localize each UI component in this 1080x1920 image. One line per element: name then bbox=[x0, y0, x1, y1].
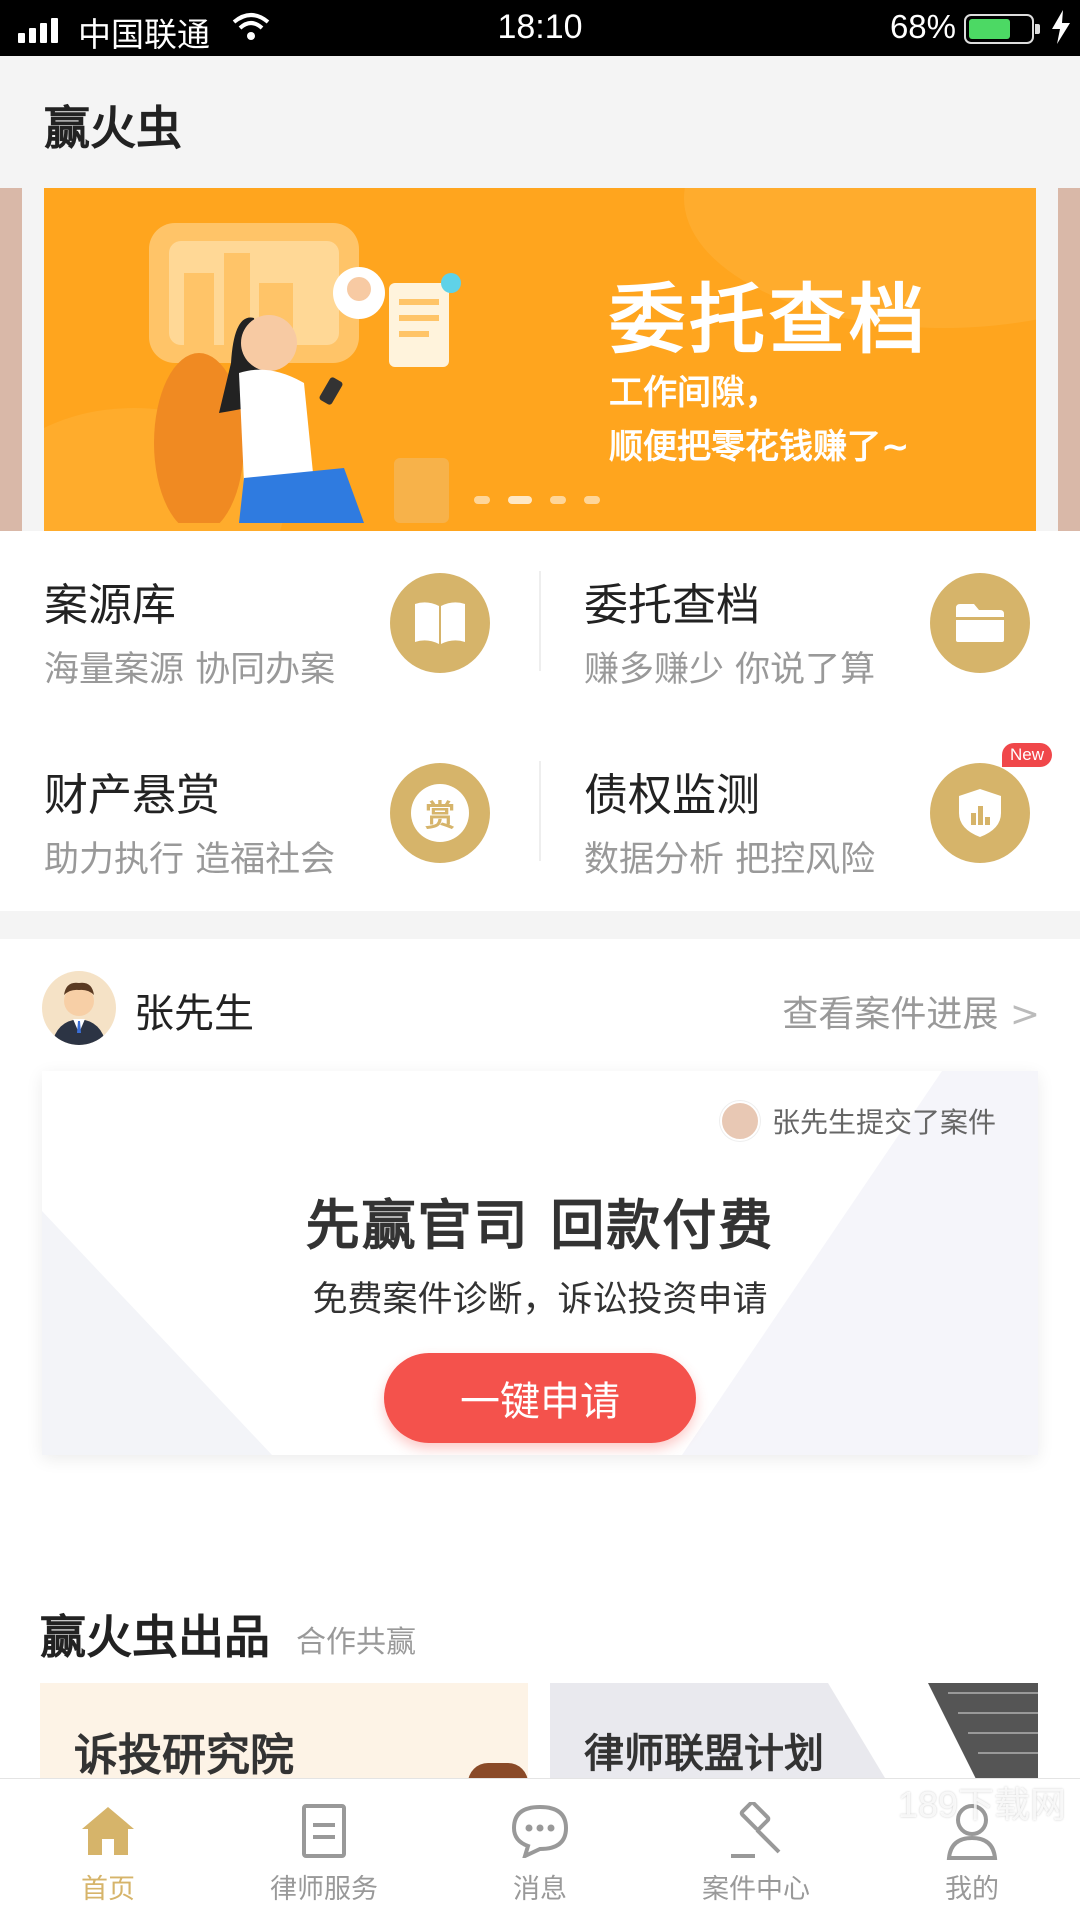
app-header: 赢火虫 bbox=[0, 56, 1080, 181]
folder-icon bbox=[930, 573, 1030, 673]
promo-title: 先赢官司 回款付费 bbox=[305, 1194, 775, 1257]
recent-submission: 张先生提交了案件 bbox=[719, 1101, 996, 1141]
view-case-progress-link[interactable]: 查看案件进展 > bbox=[782, 985, 1040, 1037]
tab-case-center[interactable]: 案件中心 bbox=[648, 1779, 864, 1920]
carousel-dot[interactable] bbox=[474, 496, 490, 504]
feature-entrusted-search[interactable]: 委托查档 赚多赚少 你说了算 bbox=[540, 531, 1080, 721]
banner-subtitle-line1: 工作间隙， bbox=[609, 373, 779, 413]
battery-percentage: 68% bbox=[889, 8, 956, 45]
feature-subtitle: 海量案源 协同办案 bbox=[44, 650, 336, 690]
feature-subtitle: 数据分析 把控风险 bbox=[584, 840, 876, 880]
chevron-right-icon: > bbox=[1009, 994, 1040, 1035]
banner-subtitle-line2: 顺便把零花钱赚了~ bbox=[609, 427, 910, 467]
section-title: 赢火虫出品 bbox=[40, 1610, 270, 1664]
banner-peek-next[interactable] bbox=[1058, 188, 1080, 531]
user-name: 张先生 bbox=[134, 991, 254, 1037]
battery-icon bbox=[964, 14, 1034, 44]
product-card-lawyer-alliance[interactable]: 律师联盟计划 bbox=[550, 1683, 1038, 1783]
feature-property-reward[interactable]: 财产悬赏 助力执行 造福社会 赏 bbox=[0, 721, 540, 911]
banner-illustration bbox=[149, 223, 461, 523]
carousel-indicator bbox=[474, 496, 600, 504]
feature-title: 案源库 bbox=[44, 580, 176, 631]
tab-label: 首页 bbox=[81, 1874, 135, 1905]
chat-bubble-icon bbox=[510, 1801, 570, 1861]
banner-title: 委托查档 bbox=[609, 275, 929, 364]
watermark: 189下载网 bbox=[897, 1784, 1066, 1825]
promo-subtitle: 免费案件诊断，诉讼投资申请 bbox=[312, 1280, 768, 1320]
keyboard-illustration bbox=[828, 1683, 1038, 1783]
submission-text: 张先生提交了案件 bbox=[771, 1106, 996, 1139]
reward-icon-glyph: 赏 bbox=[411, 784, 469, 842]
product-label: 诉投研究院 bbox=[74, 1730, 294, 1781]
view-case-progress-label: 查看案件进展 bbox=[782, 994, 999, 1035]
carousel-dot[interactable] bbox=[508, 496, 532, 504]
book-icon bbox=[390, 573, 490, 673]
banner-peek-previous[interactable] bbox=[0, 188, 22, 531]
feature-subtitle: 赚多赚少 你说了算 bbox=[584, 650, 876, 690]
home-icon bbox=[78, 1801, 138, 1861]
tab-messages[interactable]: 消息 bbox=[432, 1779, 648, 1920]
carousel-dot[interactable] bbox=[550, 496, 566, 504]
banner-subtitle: 工作间隙， 顺便把零花钱赚了~ bbox=[609, 366, 910, 474]
product-card-research-institute[interactable]: 诉投研究院 bbox=[40, 1683, 528, 1783]
product-label: 律师联盟计划 bbox=[584, 1731, 824, 1777]
reward-icon: 赏 bbox=[390, 763, 490, 863]
one-click-apply-button[interactable]: 一键申请 bbox=[384, 1353, 696, 1443]
products-section: 赢火虫出品 合作共赢 诉投研究院 律师联盟计划 bbox=[0, 1519, 1080, 1783]
submitter-avatar bbox=[719, 1101, 760, 1141]
document-icon bbox=[294, 1801, 354, 1861]
feature-subtitle: 助力执行 造福社会 bbox=[44, 840, 336, 880]
feature-debt-monitoring[interactable]: 债权监测 数据分析 把控风险 New bbox=[540, 721, 1080, 911]
avatar[interactable] bbox=[42, 971, 116, 1045]
carousel-dot[interactable] bbox=[584, 496, 600, 504]
tab-label: 消息 bbox=[513, 1874, 567, 1905]
battery-cap bbox=[1035, 24, 1040, 34]
section-subtitle: 合作共赢 bbox=[296, 1625, 416, 1660]
shield-chart-icon bbox=[930, 763, 1030, 863]
charging-icon bbox=[1050, 10, 1072, 48]
tab-label: 律师服务 bbox=[270, 1874, 378, 1905]
feature-case-library[interactable]: 案源库 海量案源 协同办案 bbox=[0, 531, 540, 721]
promo-card: 张先生提交了案件 先赢官司 回款付费 免费案件诊断，诉讼投资申请 一键申请 bbox=[42, 1071, 1038, 1455]
tab-label: 我的 bbox=[945, 1874, 999, 1905]
tab-label: 案件中心 bbox=[702, 1874, 810, 1905]
feature-title: 债权监测 bbox=[584, 770, 760, 821]
feature-title: 财产悬赏 bbox=[44, 770, 220, 821]
page-title: 赢火虫 bbox=[44, 101, 182, 155]
case-section: 张先生 查看案件进展 > 张先生提交了案件 先赢官司 回款付费 免费案件诊断，诉… bbox=[0, 939, 1080, 1519]
banner-carousel[interactable]: 委托查档 工作间隙， 顺便把零花钱赚了~ bbox=[0, 181, 1080, 531]
banner-slide[interactable]: 委托查档 工作间隙， 顺便把零花钱赚了~ bbox=[44, 188, 1036, 531]
new-badge: New bbox=[1001, 743, 1052, 767]
tab-home[interactable]: 首页 bbox=[0, 1779, 216, 1920]
gavel-icon bbox=[726, 1801, 786, 1861]
feature-title: 委托查档 bbox=[584, 580, 760, 631]
feature-grid: 案源库 海量案源 协同办案 委托查档 赚多赚少 你说了算 财产悬赏 助力执行 造… bbox=[0, 531, 1080, 911]
status-bar: 中国联通 18:10 68% bbox=[0, 0, 1080, 56]
tab-lawyer-services[interactable]: 律师服务 bbox=[216, 1779, 432, 1920]
